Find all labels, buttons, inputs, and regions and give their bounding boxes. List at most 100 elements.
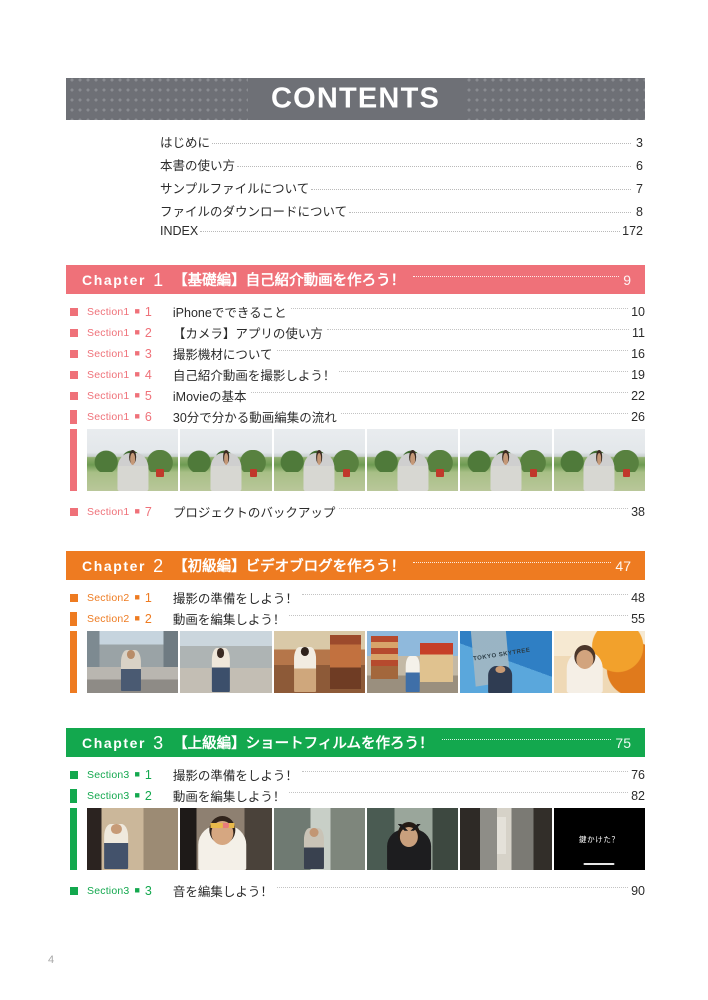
section-bullet-icon [70,593,78,602]
section-row[interactable]: Section1 ■ 2 【カメラ】アプリの使い方 11 [66,322,645,343]
head-shape [110,824,122,834]
section-index: 2 [144,611,152,626]
section-label: Section3 [87,768,130,781]
filmstrip-frame [180,631,272,693]
person-figure [488,665,513,693]
page-title: CONTENTS [270,82,441,115]
section-title: 撮影の準備をしよう！ [172,592,298,606]
section-row[interactable]: Section3 ■ 2 動画を編集しよう！ 82 [66,785,645,806]
section-separator-icon: ■ [134,612,140,623]
section-label: Section3 [87,789,130,802]
section-bullet-icon [70,328,78,337]
dot-leader [290,308,629,309]
section-row[interactable]: Section1 ■ 1 iPhoneでできること 10 [66,301,645,322]
filmstrip-wrapper: TOKYO SKYTREE [66,631,645,693]
front-matter-row[interactable]: 本書の使い方 6 [160,155,643,178]
head-shape [596,453,602,465]
section-row[interactable]: Section2 ■ 2 動画を編集しよう！ 55 [66,608,645,629]
front-matter-row[interactable]: はじめに 3 [160,132,643,155]
section-index: 1 [144,767,152,782]
filmstrip-frame: TOKYO SKYTREE [460,631,552,693]
section-row[interactable]: Section3 ■ 1 撮影の準備をしよう！ 76 [66,764,645,785]
home-indicator-icon [583,863,615,865]
front-matter-row[interactable]: ファイルのダウンロードについて 8 [160,201,643,224]
chapter-accent-bar [70,808,77,870]
background-object [156,468,164,478]
section-title: 音を編集しよう！ [172,885,273,899]
section-index: 5 [144,388,152,403]
front-matter-label: はじめに [160,136,211,150]
filmstrip-frame [366,808,459,870]
section-page-number: 16 [631,346,645,361]
section-row[interactable]: Section1 ■ 6 30分で分かる動画編集の流れ 26 [66,406,645,427]
page-number-folio: 4 [48,954,55,966]
front-matter-label: INDEX [160,224,199,238]
person-figure [198,820,247,870]
section-separator-icon: ■ [134,789,140,800]
chapter-block: Chapter 3 【上級編】ショートフィルムを作ろう！ 75 Section3 ■ 1 撮影… [66,728,645,901]
dot-leader [311,189,631,190]
section-list-after-strip: Section3 ■ 3 音を編集しよう！ 90 [66,880,645,901]
section-row[interactable]: Section3 ■ 3 音を編集しよう！ 90 [66,880,645,901]
section-list: Section3 ■ 1 撮影の準備をしよう！ 76 Section3 ■ 2 動画を編集しよう… [66,764,645,806]
chapter-block: Chapter 1 【基礎編】自己紹介動画を作ろう！ 9 Section1 ■ 1 iPhon… [66,265,645,522]
section-list-after-strip: Section1 ■ 7 プロジェクトのバックアップ 38 [66,501,645,522]
horns-icon [397,824,421,831]
section-page-number: 19 [631,367,645,382]
section-page-number: 22 [631,388,645,403]
section-row[interactable]: Section1 ■ 7 プロジェクトのバックアップ 38 [66,501,645,522]
chapter-title: 【上級編】ショートフィルムを作ろう！ [173,736,434,752]
chapter-page-number: 75 [615,734,631,751]
dot-leader [339,371,629,372]
section-label: Section2 [87,612,130,625]
section-title: 【カメラ】アプリの使い方 [172,327,323,341]
filmstrip-frame [366,429,459,491]
section-page-number: 90 [631,883,645,898]
chapter-banner[interactable]: Chapter 1 【基礎編】自己紹介動画を作ろう！ 9 [66,265,645,294]
section-row[interactable]: Section1 ■ 3 撮影機材について 16 [66,343,645,364]
chapter-banner[interactable]: Chapter 2 【初級編】ビデオブログを作ろう！ 47 [66,551,645,580]
section-index: 6 [144,409,152,424]
dot-leader [212,143,631,144]
front-matter-page-number: 172 [622,224,643,238]
filmstrip-frame [180,808,272,870]
head-shape [410,453,415,465]
section-row[interactable]: Section1 ■ 5 iMovieの基本 22 [66,385,645,406]
section-row[interactable]: Section1 ■ 4 自己紹介動画を撮影しよう！ 19 [66,364,645,385]
section-index: 3 [144,346,152,361]
chapter-word: Chapter [82,557,147,574]
chapter-page-number: 9 [623,271,631,288]
dot-leader [326,329,630,330]
front-matter-row[interactable]: INDEX 172 [160,224,643,247]
filmstrip-frame [366,631,459,693]
head-shape [223,453,229,465]
dot-leader [289,792,629,793]
filmstrip-wrapper [66,429,645,491]
head-shape [216,648,225,658]
section-bullet-icon [70,307,78,316]
section-separator-icon: ■ [134,305,140,316]
section-label: Section1 [87,326,130,339]
chapter-banner[interactable]: Chapter 3 【上級編】ショートフィルムを作ろう！ 75 [66,728,645,757]
section-list: Section2 ■ 1 撮影の準備をしよう！ 48 Section2 ■ 2 動画を編集しよう… [66,587,645,629]
section-page-number: 82 [631,788,645,803]
chapter-word: Chapter [82,271,147,288]
section-bullet-icon [70,391,78,400]
section-page-number: 48 [631,590,645,605]
person-figure [405,655,420,692]
section-title: iPhoneでできること [172,306,287,320]
front-matter-page-number: 8 [636,205,643,219]
front-matter-row[interactable]: サンプルファイルについて 7 [160,178,643,201]
front-matter-label: サンプルファイルについて [160,182,310,196]
section-label: Section2 [87,591,130,604]
flower-crown-icon [210,822,235,829]
section-bullet-icon [70,507,78,516]
person-figure [397,452,429,491]
person-figure [583,452,615,491]
section-row[interactable]: Section2 ■ 1 撮影の準備をしよう！ 48 [66,587,645,608]
dot-leader [339,508,629,509]
filmstrip-frame [460,429,552,491]
section-page-number: 38 [631,504,645,519]
section-label: Section1 [87,505,130,518]
chapter-number: 3 [153,732,164,753]
